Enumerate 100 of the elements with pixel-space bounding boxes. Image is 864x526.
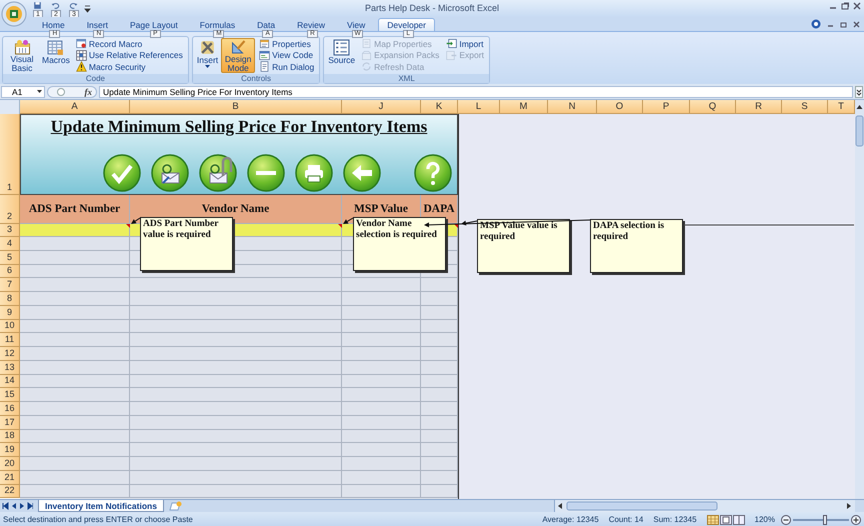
table-cell[interactable]	[20, 402, 130, 416]
table-cell[interactable]	[342, 402, 421, 416]
print-button[interactable]	[295, 154, 333, 192]
sheet-tab[interactable]: Inventory Item Notifications	[38, 500, 164, 512]
ribbon-button[interactable]: Record Macro	[72, 38, 186, 50]
ribbon-button[interactable]: Visual Basic	[5, 38, 39, 73]
ribbon-button[interactable]: Use Relative References	[72, 50, 186, 61]
row-header[interactable]: 3	[0, 224, 20, 237]
table-cell[interactable]	[130, 484, 342, 498]
row-header[interactable]: 16	[0, 402, 20, 416]
ribbon-button[interactable]: Insert	[194, 38, 220, 73]
first-sheet-icon[interactable]	[2, 502, 9, 510]
table-cell[interactable]	[130, 320, 342, 334]
formula-field[interactable]: Update Minimum Selling Price For Inventory Items	[99, 86, 853, 98]
column-header[interactable]: L	[458, 100, 500, 114]
table-cell[interactable]	[342, 278, 421, 292]
table-cell[interactable]	[130, 306, 342, 320]
table-cell[interactable]	[20, 264, 130, 278]
ribbon-tab[interactable]: Developer	[378, 18, 435, 31]
ribbon-button[interactable]: Properties	[256, 38, 318, 50]
column-header[interactable]: K	[421, 100, 458, 114]
select-all-corner[interactable]	[0, 100, 20, 114]
ribbon-tab[interactable]: Insert	[78, 18, 117, 31]
table-cell[interactable]	[20, 484, 130, 498]
column-header[interactable]: O	[597, 100, 643, 114]
row-header[interactable]: 11	[0, 333, 20, 347]
table-cell[interactable]	[342, 374, 421, 388]
insert-function-button[interactable]: fx	[84, 86, 92, 96]
table-cell[interactable]	[20, 278, 130, 292]
minus-button[interactable]	[247, 154, 285, 192]
column-header[interactable]: J	[342, 100, 421, 114]
zoom-level[interactable]: 120%	[754, 515, 775, 524]
input-cell[interactable]	[20, 224, 130, 237]
row-header[interactable]: 12	[0, 347, 20, 361]
restore-icon[interactable]	[841, 2, 849, 10]
customize-caret-icon[interactable]	[84, 4, 91, 13]
table-cell[interactable]	[20, 292, 130, 306]
table-cell[interactable]	[20, 320, 130, 334]
table-cell[interactable]	[20, 347, 130, 361]
table-cell[interactable]	[20, 388, 130, 402]
next-sheet-icon[interactable]	[18, 502, 25, 510]
row-header[interactable]: 18	[0, 430, 20, 444]
table-cell[interactable]	[342, 430, 421, 444]
ribbon-button[interactable]: Run Dialog	[256, 61, 318, 72]
row-header[interactable]: 4	[0, 237, 20, 251]
column-header[interactable]: A	[20, 100, 130, 114]
close-icon[interactable]	[853, 2, 861, 10]
help-button[interactable]	[414, 154, 452, 192]
table-cell[interactable]	[342, 388, 421, 402]
ribbon-button[interactable]: Import	[443, 38, 487, 50]
table-cell[interactable]	[20, 470, 130, 484]
table-cell[interactable]	[342, 347, 421, 361]
table-cell[interactable]	[342, 320, 421, 334]
ribbon-tab[interactable]: View	[338, 18, 374, 31]
table-cell[interactable]	[20, 250, 130, 264]
table-cell[interactable]	[342, 416, 421, 430]
column-header[interactable]: N	[548, 100, 597, 114]
table-cell[interactable]	[342, 306, 421, 320]
column-header[interactable]: Q	[690, 100, 736, 114]
row-header[interactable]: 6	[0, 264, 20, 278]
normal-view-icon[interactable]	[706, 514, 719, 524]
table-cell[interactable]	[130, 457, 342, 471]
email-attachment-button[interactable]	[199, 154, 237, 192]
row-header[interactable]: 13	[0, 360, 20, 374]
table-cell[interactable]	[342, 484, 421, 498]
zoom-in-icon[interactable]	[851, 514, 861, 524]
table-cell[interactable]	[342, 443, 421, 457]
table-cell[interactable]	[20, 306, 130, 320]
table-cell[interactable]	[130, 388, 342, 402]
table-cell[interactable]	[130, 402, 342, 416]
table-cell[interactable]	[20, 237, 130, 251]
page-layout-icon[interactable]	[720, 514, 732, 524]
row-header[interactable]: 19	[0, 443, 20, 457]
row-header[interactable]: 1	[0, 114, 20, 195]
table-cell[interactable]	[20, 360, 130, 374]
table-cell[interactable]	[130, 333, 342, 347]
check-button[interactable]	[103, 154, 141, 192]
table-cell[interactable]	[130, 443, 342, 457]
ribbon-tab[interactable]: Formulas	[190, 18, 244, 31]
ribbon-button[interactable]: Design Mode	[221, 38, 256, 73]
ribbon-tab[interactable]: Review	[288, 18, 334, 31]
row-header[interactable]: 9	[0, 306, 20, 320]
row-header[interactable]: 8	[0, 292, 20, 306]
insert-sheet-icon[interactable]	[168, 501, 182, 511]
zoom-out-icon[interactable]	[781, 514, 791, 524]
name-box[interactable]: A1	[1, 86, 45, 98]
ribbon-button[interactable]: Macro Security	[72, 61, 186, 72]
column-header[interactable]: R	[736, 100, 782, 114]
table-cell[interactable]	[130, 374, 342, 388]
ribbon-tab[interactable]: Home	[33, 18, 74, 31]
ribbon-button[interactable]: View Code	[256, 50, 318, 61]
table-cell[interactable]	[342, 457, 421, 471]
row-header[interactable]: 7	[0, 278, 20, 292]
ribbon-button[interactable]: Macros	[40, 38, 72, 73]
table-cell[interactable]	[130, 430, 342, 444]
table-cell[interactable]	[20, 416, 130, 430]
row-header[interactable]: 5	[0, 250, 20, 264]
row-header[interactable]: 17	[0, 416, 20, 430]
page-break-icon[interactable]	[732, 514, 745, 524]
row-header[interactable]: 10	[0, 320, 20, 334]
